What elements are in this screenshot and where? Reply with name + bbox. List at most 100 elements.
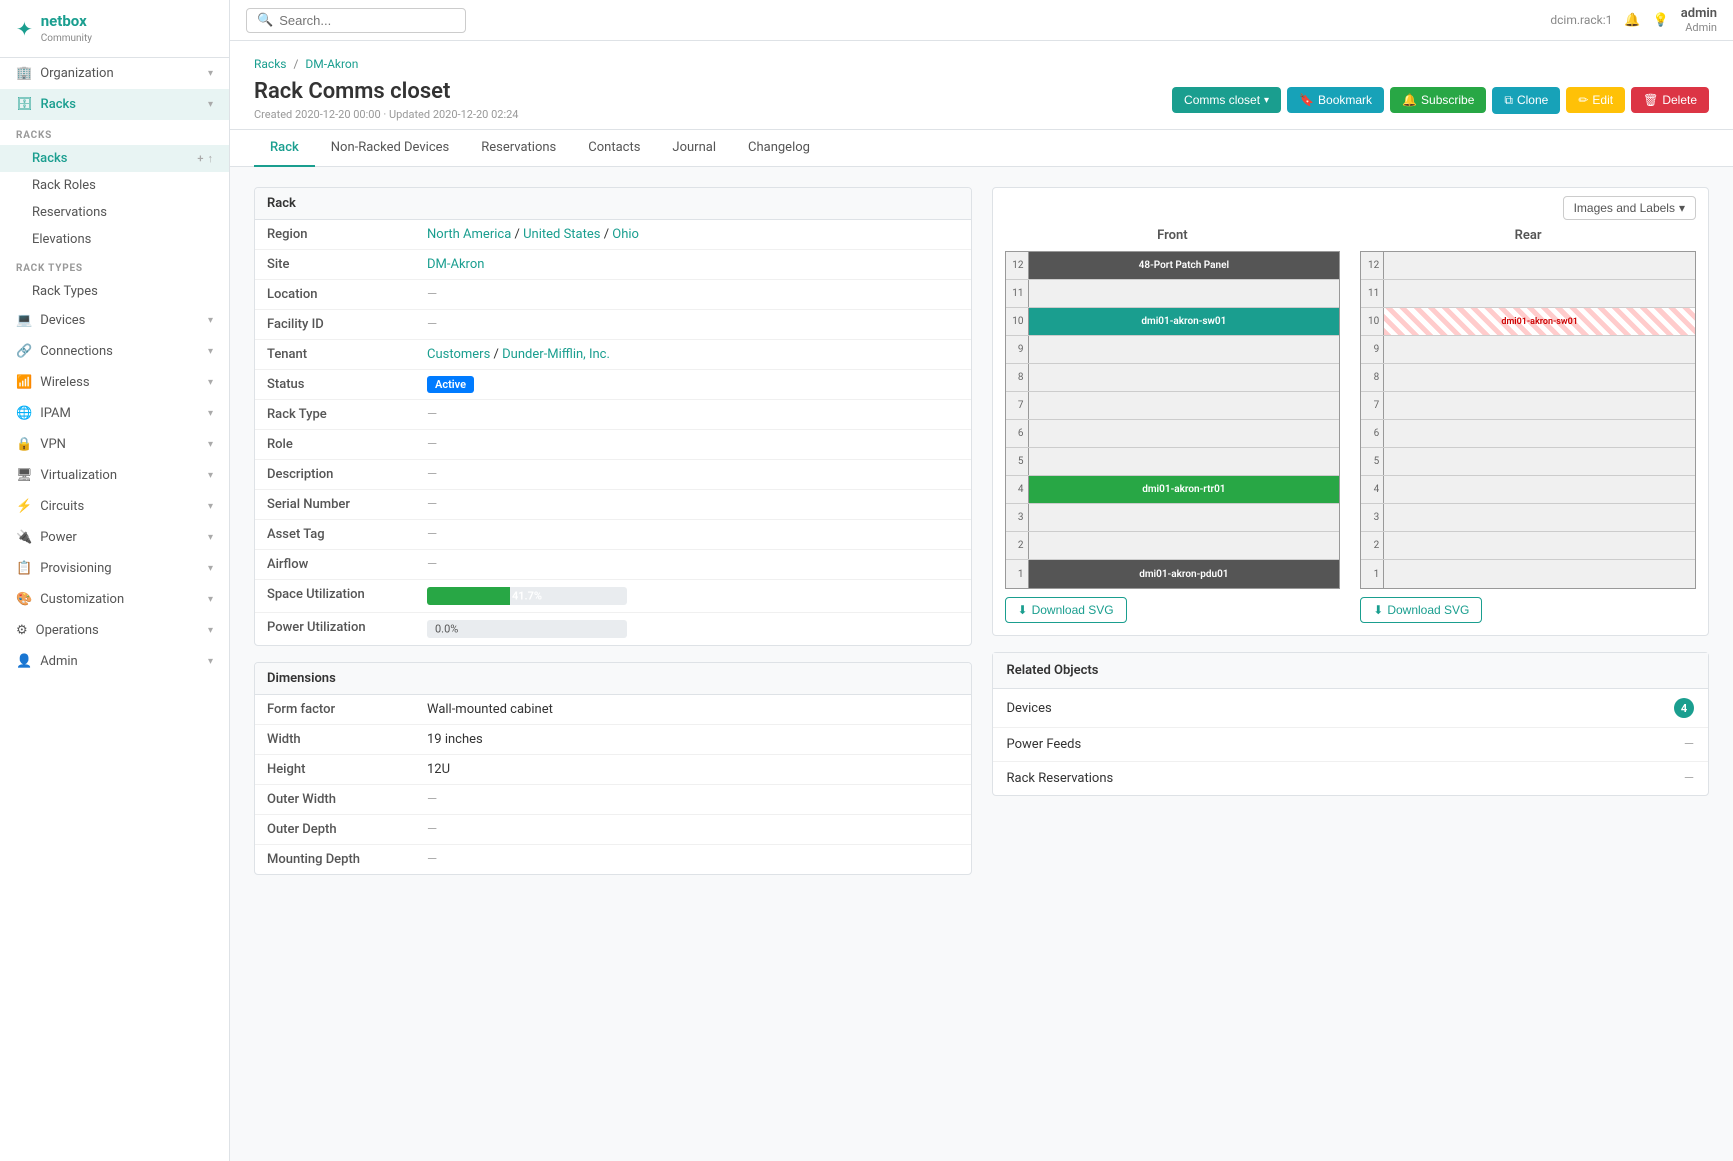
notification-icon[interactable]: 🔔 [1624,13,1640,28]
sidebar-item-label: VPN [40,437,66,452]
delete-button[interactable]: 🗑 Delete [1631,87,1709,113]
sidebar-item-connections[interactable]: 🔗 Connections ▾ [0,336,229,367]
tab-changelog[interactable]: Changelog [732,130,826,167]
chevron-down-icon: ▾ [208,501,213,512]
search-input[interactable] [279,13,455,28]
sidebar-sub-item-rack-roles[interactable]: Rack Roles [0,172,229,199]
region-link-ohio[interactable]: Ohio [612,227,639,242]
delete-icon: 🗑 [1643,93,1658,107]
related-devices-label: Devices [1007,701,1052,716]
sidebar-item-label: Devices [40,313,85,328]
add-sort-buttons[interactable]: + ↑ [197,152,213,165]
images-labels-button[interactable]: Images and Labels ▾ [1563,196,1696,220]
sidebar-item-wireless[interactable]: 📶 Wireless ▾ [0,367,229,398]
tab-journal[interactable]: Journal [656,130,732,167]
main-content: 🔍 dcim.rack:1 🔔 💡 admin Admin Racks / DM… [230,0,1733,1161]
user-role: Admin [1681,21,1717,34]
tabs: Rack Non-Racked Devices Reservations Con… [230,130,1733,167]
user-info: admin Admin [1681,6,1717,34]
power-utilization-bar: 0.0% [427,620,627,638]
subscribe-label: Subscribe [1421,93,1474,107]
front-title: Front [1005,228,1341,243]
download-svg-front-button[interactable]: ⬇ Download SVG [1005,597,1127,623]
slot-7-empty [1029,392,1340,419]
subscribe-button[interactable]: 🔔 Subscribe [1390,87,1486,113]
search-box[interactable]: 🔍 [246,8,466,33]
sidebar-item-label: Racks [41,97,76,112]
racks-icon: 🗄 [16,97,33,112]
dimensions-header: Dimensions [255,663,971,695]
breadcrumb-site-link[interactable]: DM-Akron [305,57,358,71]
power-util-text: 0.0% [435,623,458,636]
sidebar-sub-item-rack-types[interactable]: Rack Types [0,278,229,305]
tenant-group-link[interactable]: Customers [427,347,490,362]
sidebar-item-circuits[interactable]: ⚡ Circuits ▾ [0,491,229,522]
device-sw01-front[interactable]: dmi01-akron-sw01 [1029,308,1340,335]
sidebar-sub-item-elevations[interactable]: Elevations [0,226,229,253]
tab-contacts[interactable]: Contacts [572,130,656,167]
page-title-block: Rack Comms closet Created 2020-12-20 00:… [254,79,518,121]
region-link-us[interactable]: United States [523,227,600,242]
sidebar-item-provisioning[interactable]: 📋 Provisioning ▾ [0,553,229,584]
racks-section-label: RACKS [0,120,229,145]
bulb-icon[interactable]: 💡 [1653,13,1669,28]
rear-title: Rear [1360,228,1696,243]
sidebar-item-operations[interactable]: ⚙ Operations ▾ [0,615,229,646]
chevron-down-icon: ▾ [1264,95,1269,106]
tab-reservations[interactable]: Reservations [465,130,572,167]
device-rtr01-front[interactable]: dmi01-akron-rtr01 [1029,476,1340,503]
info-row-site: Site DM-Akron [255,250,971,280]
related-row-rack-reservations[interactable]: Rack Reservations — [993,762,1709,795]
bookmark-button[interactable]: 🔖 Bookmark [1287,87,1384,113]
device-sw01-rear[interactable]: dmi01-akron-sw01 [1384,308,1695,335]
clone-icon: ⧉ [1504,93,1513,108]
rear-slot-1-empty [1384,560,1695,588]
slot-2-empty [1029,532,1340,559]
device-patch-panel[interactable]: 48-Port Patch Panel [1029,252,1340,279]
sidebar-item-devices[interactable]: 💻 Devices ▾ [0,305,229,336]
edit-icon: ✏ [1578,93,1588,107]
sidebar-sub-item-reservations[interactable]: Reservations [0,199,229,226]
rack-row-2: 2 [1006,532,1340,560]
rack-row-1: 1 dmi01-akron-pdu01 [1006,560,1340,588]
related-objects-card: Related Objects Devices 4 Power Feeds — … [992,652,1710,796]
download-svg-rear-button[interactable]: ⬇ Download SVG [1360,597,1482,623]
related-row-devices[interactable]: Devices 4 [993,689,1709,728]
add-icon[interactable]: + [197,152,203,165]
sidebar-sub-item-racks[interactable]: Racks + ↑ [0,145,229,172]
tab-non-racked[interactable]: Non-Racked Devices [315,130,465,167]
tenant-link[interactable]: Dunder-Mifflin, Inc. [502,347,610,362]
rack-row-6: 6 [1006,420,1340,448]
comms-closet-button[interactable]: Comms closet ▾ [1172,87,1281,113]
sidebar-item-admin[interactable]: 👤 Admin ▾ [0,646,229,677]
breadcrumb-racks-link[interactable]: Racks [254,57,286,71]
rack-row-7: 7 [1006,392,1340,420]
sidebar-item-virtualization[interactable]: 🖥 Virtualization ▾ [0,460,229,491]
info-row-rack-type: Rack Type — [255,400,971,430]
dcim-label: dcim.rack:1 [1550,13,1612,27]
info-row-location: Location — [255,280,971,310]
sidebar-item-organization[interactable]: 🏢 Organization ▾ [0,58,229,89]
related-row-power-feeds[interactable]: Power Feeds — [993,728,1709,762]
info-row-asset: Asset Tag — [255,520,971,550]
download-icon: ⬇ [1373,603,1383,617]
slot-8-empty [1029,364,1340,391]
related-power-feeds-label: Power Feeds [1007,737,1082,752]
edit-button[interactable]: ✏ Edit [1566,87,1625,113]
site-link[interactable]: DM-Akron [427,257,484,272]
region-link-na[interactable]: North America [427,227,511,242]
sidebar-item-vpn[interactable]: 🔒 VPN ▾ [0,429,229,460]
related-rack-reservations-label: Rack Reservations [1007,771,1114,786]
sidebar-item-ipam[interactable]: 🌐 IPAM ▾ [0,398,229,429]
sidebar-item-customization[interactable]: 🎨 Customization ▾ [0,584,229,615]
sort-icon[interactable]: ↑ [208,152,214,165]
clone-button[interactable]: ⧉ Clone [1492,87,1560,114]
rack-types-section-label: RACK TYPES [0,253,229,278]
sidebar-item-racks-parent[interactable]: 🗄 Racks ▾ [0,89,229,120]
device-pdu01-front[interactable]: dmi01-akron-pdu01 [1029,560,1340,588]
chevron-down-icon: ▾ [208,625,213,636]
rear-slot-11-empty [1384,280,1695,307]
rear-slot-9-empty [1384,336,1695,363]
tab-rack[interactable]: Rack [254,130,315,167]
sidebar-item-power[interactable]: 🔌 Power ▾ [0,522,229,553]
